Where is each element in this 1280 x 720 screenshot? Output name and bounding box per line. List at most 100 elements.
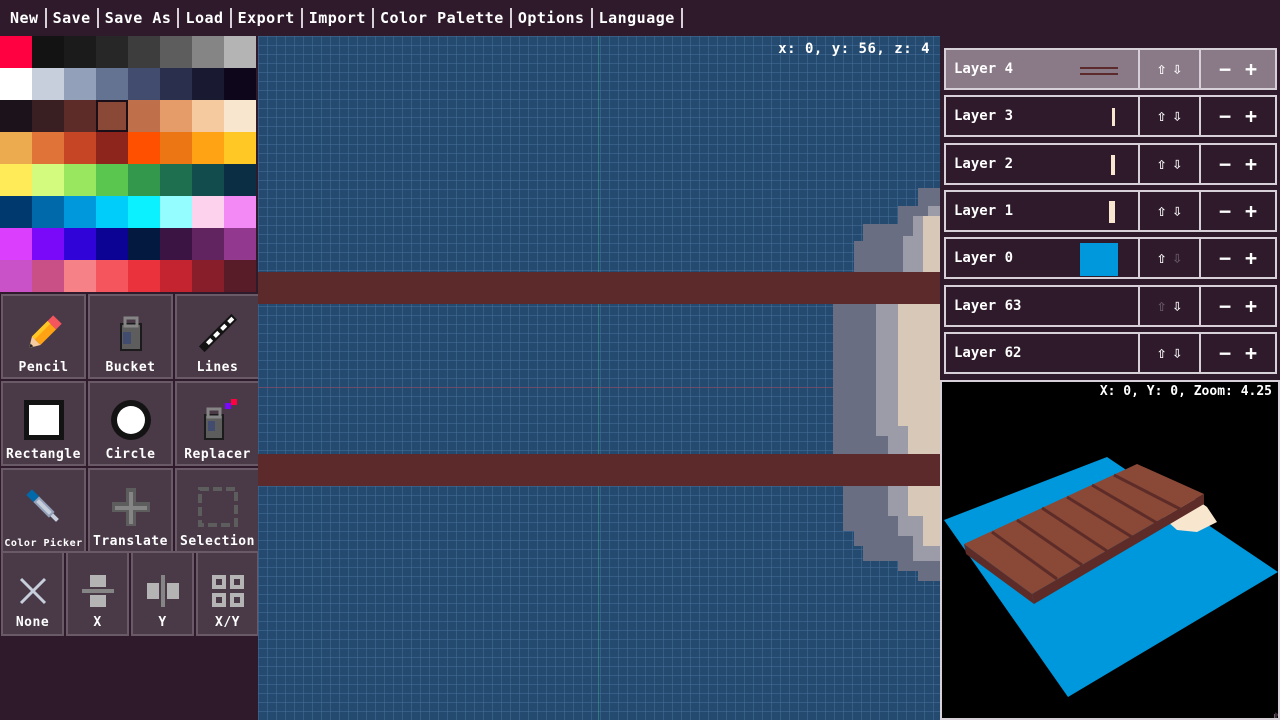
layer-add-icon[interactable]: + (1245, 343, 1257, 363)
layer-up-icon[interactable]: ⇧ (1157, 297, 1167, 314)
layer-up-icon[interactable]: ⇧ (1157, 202, 1167, 219)
color-swatch[interactable] (64, 36, 96, 68)
menu-language[interactable]: Language (593, 9, 681, 27)
color-swatch[interactable] (96, 260, 128, 292)
menu-export[interactable]: Export (232, 9, 301, 27)
color-swatch[interactable] (0, 132, 32, 164)
color-swatch[interactable] (160, 68, 192, 100)
layer-select-button[interactable]: Layer 0 (946, 239, 1140, 280)
layer-select-button[interactable]: Layer 63 (946, 286, 1140, 325)
layer-down-icon[interactable]: ⇩ (1173, 108, 1183, 124)
tool-color-picker-button[interactable]: Color Picker (1, 468, 86, 553)
color-swatch[interactable] (160, 196, 192, 228)
color-swatch[interactable] (32, 260, 64, 292)
color-swatch[interactable] (64, 132, 96, 164)
layer-remove-icon[interactable]: − (1219, 59, 1231, 79)
tool-circle-button[interactable]: Circle (88, 381, 173, 466)
layer-down-icon[interactable]: ⇩ (1173, 344, 1183, 361)
mirror-xy-button[interactable]: X/Y (196, 551, 259, 636)
layer-add-icon[interactable]: + (1245, 59, 1257, 79)
layer-add-icon[interactable]: + (1245, 296, 1257, 316)
layer-add-icon[interactable]: + (1245, 106, 1257, 126)
layer-remove-icon[interactable]: − (1219, 106, 1231, 126)
color-swatch[interactable] (192, 36, 224, 68)
menu-new[interactable]: New (4, 9, 45, 27)
color-swatch[interactable] (64, 196, 96, 228)
color-swatch[interactable] (128, 196, 160, 228)
color-swatch[interactable] (64, 100, 96, 132)
color-swatch[interactable] (0, 68, 32, 100)
mirror-x-button[interactable]: X (66, 551, 129, 636)
layer-remove-icon[interactable]: − (1219, 248, 1231, 268)
color-swatch[interactable] (96, 100, 128, 132)
layer-add-icon[interactable]: + (1245, 201, 1257, 221)
color-swatch[interactable] (224, 132, 256, 164)
color-swatch[interactable] (0, 228, 32, 260)
color-swatch[interactable] (32, 164, 64, 196)
layer-remove-icon[interactable]: − (1219, 343, 1231, 363)
tool-lines-button[interactable]: Lines (175, 294, 260, 379)
color-swatch[interactable] (192, 196, 224, 228)
color-swatch[interactable] (224, 228, 256, 260)
layer-select-button[interactable]: Layer 1 (946, 191, 1140, 230)
tool-rectangle-button[interactable]: Rectangle (1, 381, 86, 466)
color-swatch[interactable] (0, 36, 32, 68)
tool-replacer-button[interactable]: Replacer (175, 381, 260, 466)
color-swatch[interactable] (32, 100, 64, 132)
color-swatch[interactable] (160, 132, 192, 164)
drawing-canvas[interactable]: x: 0, y: 56, z: 4 (258, 36, 940, 720)
color-swatch[interactable] (32, 228, 64, 260)
color-swatch[interactable] (32, 196, 64, 228)
menu-save-as[interactable]: Save As (99, 9, 178, 27)
color-swatch[interactable] (160, 36, 192, 68)
tool-pencil-button[interactable]: Pencil (1, 294, 86, 379)
color-swatch[interactable] (192, 132, 224, 164)
layer-up-icon[interactable]: ⇧ (1157, 155, 1167, 172)
color-swatch[interactable] (192, 228, 224, 260)
menu-save[interactable]: Save (47, 9, 97, 27)
mirror-none-button[interactable]: None (1, 551, 64, 636)
color-swatch[interactable] (224, 68, 256, 100)
tool-translate-button[interactable]: Translate (88, 468, 173, 553)
color-swatch[interactable] (64, 68, 96, 100)
color-swatch[interactable] (0, 260, 32, 292)
color-swatch[interactable] (224, 196, 256, 228)
layer-select-button[interactable]: Layer 62 (946, 333, 1140, 372)
color-swatch[interactable] (0, 164, 32, 196)
color-swatch[interactable] (32, 132, 64, 164)
color-swatch[interactable] (160, 260, 192, 292)
color-swatch[interactable] (96, 228, 128, 260)
menu-import[interactable]: Import (303, 9, 372, 27)
layer-select-button[interactable]: Layer 4 (946, 50, 1140, 88)
layer-down-icon[interactable]: ⇩ (1173, 202, 1183, 219)
color-swatch[interactable] (128, 228, 160, 260)
layer-select-button[interactable]: Layer 3 (946, 97, 1140, 136)
color-swatch[interactable] (0, 196, 32, 228)
color-swatch[interactable] (96, 132, 128, 164)
color-swatch[interactable] (128, 260, 160, 292)
layer-remove-icon[interactable]: − (1219, 201, 1231, 221)
color-swatch[interactable] (0, 100, 32, 132)
layer-up-icon[interactable]: ⇧ (1157, 61, 1167, 77)
color-swatch[interactable] (128, 36, 160, 68)
color-swatch[interactable] (128, 100, 160, 132)
color-swatch[interactable] (96, 36, 128, 68)
layer-up-icon[interactable]: ⇧ (1157, 250, 1167, 266)
color-swatch[interactable] (128, 68, 160, 100)
color-swatch[interactable] (192, 260, 224, 292)
mirror-y-button[interactable]: Y (131, 551, 194, 636)
color-swatch[interactable] (224, 164, 256, 196)
color-swatch[interactable] (128, 132, 160, 164)
menu-options[interactable]: Options (512, 9, 591, 27)
color-swatch[interactable] (32, 68, 64, 100)
color-swatch[interactable] (96, 68, 128, 100)
play-icon[interactable] (1272, 712, 1280, 720)
color-swatch[interactable] (160, 100, 192, 132)
color-swatch[interactable] (96, 164, 128, 196)
color-swatch[interactable] (224, 260, 256, 292)
color-swatch[interactable] (160, 228, 192, 260)
color-swatch[interactable] (64, 228, 96, 260)
color-swatch[interactable] (32, 36, 64, 68)
layer-remove-icon[interactable]: − (1219, 296, 1231, 316)
layer-down-icon[interactable]: ⇩ (1173, 155, 1183, 172)
